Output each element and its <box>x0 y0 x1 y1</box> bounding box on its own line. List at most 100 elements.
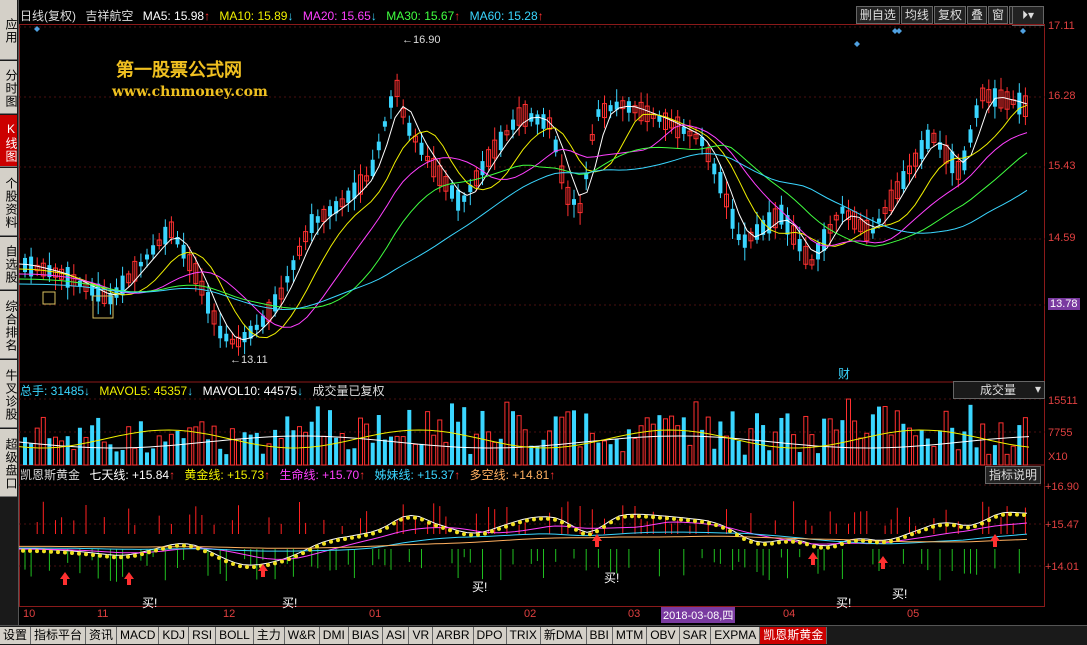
golden-dot <box>385 525 389 530</box>
nav-2[interactable]: K线图 <box>0 115 18 167</box>
tab-12[interactable]: VR <box>409 627 434 644</box>
volume-bar <box>614 438 619 465</box>
sister-line: 姊妹线: +15.37 <box>374 468 455 482</box>
golden-dot <box>532 517 536 522</box>
tab-5[interactable]: RSI <box>189 627 217 644</box>
golden-dot <box>658 515 662 520</box>
golden-dot <box>987 518 991 523</box>
volume-bar <box>419 443 424 465</box>
candle-body <box>206 292 210 314</box>
toolbar-button-3[interactable]: 叠 <box>966 6 987 24</box>
toolbar-button-2[interactable]: 复权 <box>933 6 966 24</box>
candle-body <box>328 206 332 217</box>
candle-body <box>145 254 149 260</box>
tab-16[interactable]: 新DMA <box>540 627 587 644</box>
nav-6[interactable]: 牛叉诊股 <box>0 360 18 428</box>
tab-4[interactable]: KDJ <box>159 627 190 644</box>
golden-dot <box>161 546 165 551</box>
volume-bar <box>1017 425 1022 465</box>
golden-dot <box>350 535 354 540</box>
kline-chart[interactable] <box>19 24 1045 624</box>
tab-1[interactable]: 指标平台 <box>31 627 87 644</box>
candle-body <box>925 129 930 149</box>
volume-bar <box>492 441 498 466</box>
nav-3[interactable]: 个股资料 <box>0 168 18 236</box>
toolbar-button-0[interactable]: 删自选 <box>855 6 900 24</box>
volume-bar <box>608 444 613 465</box>
tab-17[interactable]: BBI <box>586 627 613 644</box>
tab-11[interactable]: ASI <box>383 627 410 644</box>
volume-bar <box>450 403 454 465</box>
golden-dot <box>476 532 480 537</box>
golden-dot <box>931 524 935 529</box>
volume-bar <box>663 418 668 466</box>
toolbar-button-1[interactable]: 均线 <box>900 6 933 24</box>
volume-bar <box>47 438 52 465</box>
volume-bar <box>352 448 357 465</box>
tab-22[interactable]: 凯恩斯黄金 <box>760 627 828 644</box>
volume-bar <box>797 452 802 465</box>
candle-body <box>974 105 979 118</box>
period-label[interactable]: 日线(复权) <box>20 9 76 23</box>
tab-8[interactable]: W&R <box>284 627 320 644</box>
indicator-help-button[interactable]: 指标说明 <box>985 466 1042 484</box>
tab-10[interactable]: BIAS <box>348 627 384 644</box>
tab-13[interactable]: ARBR <box>433 627 474 644</box>
candle-body <box>712 163 717 175</box>
golden-dot <box>539 516 543 521</box>
toolbar-button-4[interactable]: 窗 <box>987 6 1008 24</box>
ma30-value: MA30: 15.67 <box>386 9 455 23</box>
golden-dot <box>266 563 270 567</box>
volume-bar <box>553 416 558 465</box>
golden-dot <box>756 541 760 546</box>
tab-19[interactable]: OBV <box>647 627 680 644</box>
tab-20[interactable]: SAR <box>679 627 712 644</box>
golden-dot <box>721 525 725 530</box>
candle-body <box>498 131 503 151</box>
tab-21[interactable]: EXPMA <box>711 627 761 644</box>
golden-dot <box>665 516 669 521</box>
nav-0[interactable]: 应用 <box>0 0 18 60</box>
tab-18[interactable]: MTM <box>612 627 648 644</box>
golden-dot <box>42 549 46 554</box>
golden-dot <box>21 548 25 553</box>
finance-marker[interactable]: 财 <box>838 365 850 382</box>
nav-7[interactable]: 超级盘口 <box>0 429 18 497</box>
nav-5[interactable]: 综合排名 <box>0 291 18 359</box>
indicator-name[interactable]: 凯恩斯黄金 <box>20 468 80 482</box>
nav-4[interactable]: 自选股 <box>0 237 18 290</box>
window-menu-icon[interactable]: ⏵▾ <box>1012 6 1044 26</box>
candle-body <box>511 119 515 130</box>
golden-dot <box>420 517 424 522</box>
volume-bar <box>705 416 711 466</box>
date-tick-6: 04 <box>783 608 796 620</box>
date-tick-2: 12 <box>223 608 236 620</box>
golden-dot <box>518 520 522 525</box>
tab-9[interactable]: DMI <box>319 627 349 644</box>
life-line: 生命线: +15.70 <box>279 468 360 482</box>
tab-0[interactable]: 设置 <box>0 627 32 644</box>
tab-3[interactable]: MACD <box>117 627 160 644</box>
volume-bar <box>767 450 772 465</box>
tab-6[interactable]: BOLL <box>216 627 254 644</box>
golden-dot <box>959 524 963 529</box>
golden-dot <box>812 544 816 549</box>
volume-bar <box>59 440 65 466</box>
volume-bar <box>175 430 180 465</box>
golden-dot <box>616 516 620 521</box>
volume-bar <box>138 421 143 465</box>
volume-bar <box>389 436 393 465</box>
golden-dot <box>147 550 151 555</box>
golden-dot <box>56 550 60 555</box>
price-axis-label-1: 16.28 <box>1048 90 1076 102</box>
watermark-title: 第一股票公式网 <box>116 60 242 81</box>
seven-day-line: 七天线: +15.84 <box>89 468 170 482</box>
nav-1[interactable]: 分时图 <box>0 61 18 114</box>
candle-body <box>419 142 424 155</box>
tab-2[interactable]: 资讯 <box>86 627 118 644</box>
tab-14[interactable]: DPO <box>473 627 507 644</box>
tab-7[interactable]: 主力 <box>253 627 285 644</box>
volume-bar <box>394 435 400 466</box>
volume-indicator-select[interactable]: 成交量 ▾ <box>953 381 1045 399</box>
tab-15[interactable]: TRIX <box>506 627 541 644</box>
